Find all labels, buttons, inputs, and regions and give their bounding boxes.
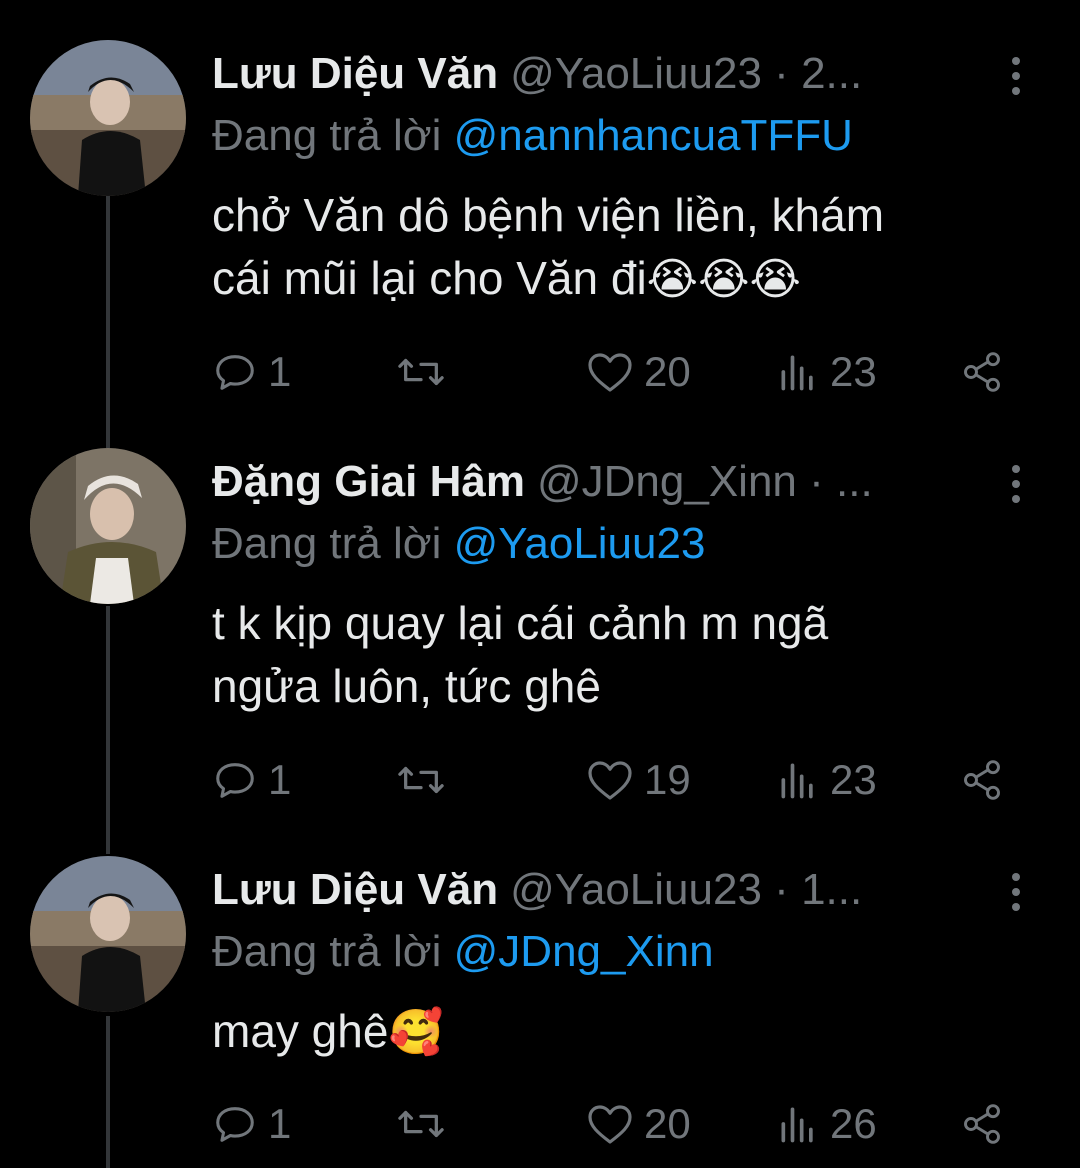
views-button[interactable]: 23 [776, 342, 877, 402]
smiling-hearts-emoji: 🥰 [388, 1007, 444, 1058]
tweet-text-line: t k kịp quay lại cái cảnh m ngã [212, 597, 829, 649]
author-name[interactable]: Đặng Giai Hâm [212, 457, 525, 506]
retweet-icon [398, 358, 444, 386]
reply-button[interactable]: 1 [212, 1094, 291, 1154]
reply-prefix: Đang trả lời [212, 519, 442, 568]
views-icon [781, 1107, 813, 1143]
avatar[interactable] [30, 856, 186, 1012]
retweet-button[interactable] [396, 750, 456, 810]
timestamp[interactable]: 1... [801, 865, 862, 914]
tweet-actions: 1 20 23 [212, 342, 1012, 402]
reply-button[interactable]: 1 [212, 342, 291, 402]
reply-icon [216, 1107, 254, 1142]
author-handle[interactable]: @YaoLiuu23 [510, 49, 762, 98]
tweet-text-line: ngửa luôn, tức ghê [212, 660, 601, 712]
reply-button[interactable]: 1 [212, 750, 291, 810]
views-button[interactable]: 23 [776, 750, 877, 810]
retweet-button[interactable] [396, 342, 456, 402]
separator: · [774, 865, 789, 914]
like-count: 20 [644, 348, 691, 395]
views-button[interactable]: 26 [776, 1094, 877, 1154]
view-count: 23 [830, 756, 877, 803]
avatar[interactable] [30, 40, 186, 196]
share-button[interactable] [960, 1094, 1004, 1154]
reply-count: 1 [268, 756, 292, 803]
share-icon [964, 352, 1000, 392]
reply-count: 1 [268, 348, 292, 395]
reply-context: Đang trả lời @JDng_Xinn [212, 924, 714, 980]
more-vertical-icon[interactable] [1000, 460, 1032, 508]
tweet-text: t k kịp quay lại cái cảnh m ngã ngửa luô… [212, 592, 1012, 718]
author-name[interactable]: Lưu Diệu Văn [212, 865, 498, 914]
tweet-text-line: chở Văn dô bệnh viện liền, khám [212, 189, 885, 241]
reply-mention-link[interactable]: @nannhancuaTFFU [454, 111, 853, 160]
tweet-text-line: cái mũi lại cho Văn đi [212, 252, 647, 304]
timestamp[interactable]: ... [836, 457, 873, 506]
tweet-actions: 1 20 26 [212, 1094, 1012, 1154]
like-button[interactable]: 20 [586, 342, 691, 402]
avatar-photo [30, 40, 186, 196]
reply-mention-link[interactable]: @JDng_Xinn [454, 927, 714, 976]
heart-icon [588, 353, 632, 392]
share-button[interactable] [960, 342, 1004, 402]
timestamp[interactable]: 2... [801, 49, 862, 98]
tweet-text-line: may ghê [212, 1005, 389, 1057]
avatar[interactable] [30, 448, 186, 604]
retweet-icon [398, 1110, 444, 1138]
tweet-text: may ghê🥰 [212, 1000, 1012, 1064]
reply-mention-link[interactable]: @YaoLiuu23 [454, 519, 706, 568]
tweet-header: Lưu Diệu Văn @YaoLiuu23 · 1... [212, 860, 992, 920]
reply-context: Đang trả lời @nannhancuaTFFU [212, 108, 853, 164]
view-count: 23 [830, 348, 877, 395]
view-count: 26 [830, 1100, 877, 1147]
reply-prefix: Đang trả lời [212, 111, 442, 160]
author-handle[interactable]: @JDng_Xinn [537, 457, 797, 506]
crying-emoji: 😭😭😭 [646, 254, 801, 305]
reply-icon [216, 763, 254, 798]
avatar-photo [30, 856, 186, 1012]
like-count: 19 [644, 756, 691, 803]
reply-context: Đang trả lời @YaoLiuu23 [212, 516, 705, 572]
separator: · [774, 49, 789, 98]
tweet-header: Lưu Diệu Văn @YaoLiuu23 · 2... [212, 44, 992, 104]
reply-prefix: Đang trả lời [212, 927, 442, 976]
avatar-photo [30, 448, 186, 604]
retweet-icon [398, 766, 444, 794]
retweet-button[interactable] [396, 1094, 456, 1154]
like-count: 20 [644, 1100, 691, 1147]
reply-icon [216, 355, 254, 390]
like-button[interactable]: 19 [586, 750, 691, 810]
like-button[interactable]: 20 [586, 1094, 691, 1154]
tweet-header: Đặng Giai Hâm @JDng_Xinn · ... [212, 452, 992, 512]
share-icon [964, 760, 1000, 800]
share-button[interactable] [960, 750, 1004, 810]
author-handle[interactable]: @YaoLiuu23 [510, 865, 762, 914]
tweet-actions: 1 19 23 [212, 750, 1012, 810]
share-icon [964, 1104, 1000, 1144]
separator: · [809, 457, 824, 506]
more-vertical-icon[interactable] [1000, 868, 1032, 916]
author-name[interactable]: Lưu Diệu Văn [212, 49, 498, 98]
tweet[interactable]: Đặng Giai Hâm @JDng_Xinn · ... Đang trả l… [0, 448, 1080, 812]
views-icon [781, 763, 813, 799]
tweet[interactable]: Lưu Diệu Văn @YaoLiuu23 · 2... Đang trả l… [0, 40, 1080, 404]
views-icon [781, 355, 813, 391]
reply-count: 1 [268, 1100, 292, 1147]
more-vertical-icon[interactable] [1000, 52, 1032, 100]
heart-icon [588, 1105, 632, 1144]
heart-icon [588, 761, 632, 800]
tweet-text: chở Văn dô bệnh viện liền, khám cái mũi … [212, 184, 1012, 311]
tweet[interactable]: Lưu Diệu Văn @YaoLiuu23 · 1... Đang trả l… [0, 856, 1080, 1160]
